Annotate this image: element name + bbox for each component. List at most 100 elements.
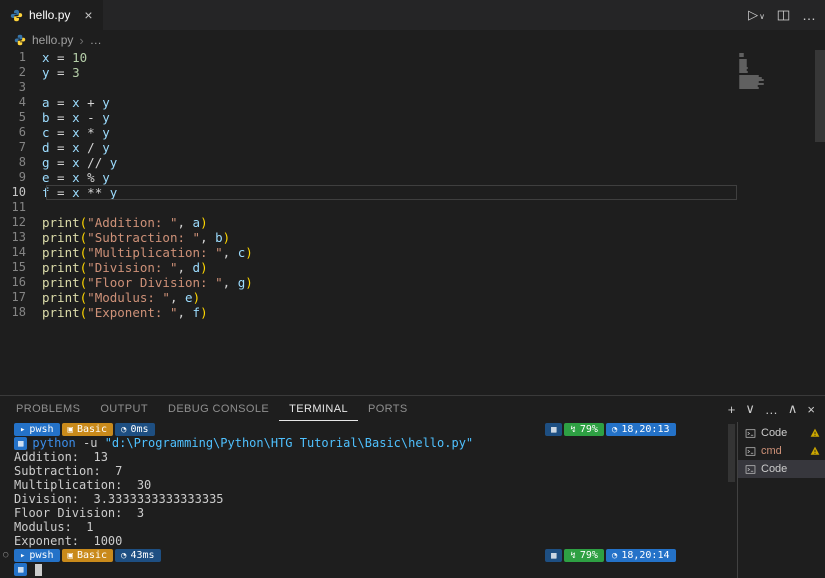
code-line-4[interactable]: 4a = x + y	[0, 95, 825, 110]
panel-tab-terminal[interactable]: TERMINAL	[279, 397, 358, 421]
terminal-input-line[interactable]: ▦	[0, 562, 736, 576]
code-line-3[interactable]: 3	[0, 80, 825, 95]
token: x	[42, 50, 50, 65]
command-decoration-icon[interactable]: ○	[3, 548, 8, 562]
panel-tab-debug-console[interactable]: DEBUG CONSOLE	[158, 397, 279, 421]
code-line-16[interactable]: 16print("Floor Division: ", g)	[0, 275, 825, 290]
terminal-output-line[interactable]: Exponent: 1000	[0, 534, 736, 548]
line-number: 11	[0, 200, 36, 215]
output-text: Exponent: 1000	[14, 534, 122, 548]
token: g	[42, 155, 50, 170]
panel-tab-ports[interactable]: PORTS	[358, 397, 418, 421]
output-text: Division: 3.3333333333333335	[14, 492, 224, 506]
terminal-command-line[interactable]: ▦python -u "d:\Programming\Python\HTG Tu…	[0, 436, 736, 450]
terminal-session-code[interactable]: Code	[738, 460, 825, 478]
badge-icon: ◔	[612, 549, 617, 563]
code-line-11[interactable]: 11	[0, 200, 825, 215]
prompt-badge: ▦	[545, 549, 562, 562]
panel-tab-output[interactable]: OUTPUT	[90, 397, 158, 421]
code-editor[interactable]: 1x = 102y = 334a = x + y5b = x - y6 c = x…	[0, 50, 825, 395]
minimap[interactable]	[739, 53, 767, 89]
token: 10	[72, 50, 87, 65]
code-line-9[interactable]: 9e = x % y	[0, 170, 825, 185]
code-line-5[interactable]: 5b = x - y	[0, 110, 825, 125]
code-text: a = x + y	[42, 95, 110, 110]
breadcrumb-more[interactable]: …	[90, 33, 102, 47]
close-panel-icon[interactable]: ×	[807, 402, 815, 417]
code-line-10[interactable]: 10f = x ** y	[0, 185, 825, 200]
code-line-18[interactable]: 18print("Exponent: ", f)	[0, 305, 825, 320]
terminal-output-line[interactable]: Multiplication: 30	[0, 478, 736, 492]
terminal-session-cmd[interactable]: cmd	[738, 442, 825, 460]
python-env-icon: ▦	[14, 437, 27, 450]
token: "Multiplication: "	[87, 245, 222, 260]
prompt-badge: ◔18,20:13	[606, 423, 676, 436]
terminal-output-line[interactable]: Division: 3.3333333333333335	[0, 492, 736, 506]
token: =	[50, 65, 73, 80]
code-line-14[interactable]: 14print("Multiplication: ", c)	[0, 245, 825, 260]
token: )	[193, 290, 201, 305]
badge-icon: ▸	[20, 549, 25, 563]
line-number: 17	[0, 290, 36, 305]
token: =	[50, 95, 73, 110]
line-number: 15	[0, 260, 36, 275]
code-line-17[interactable]: 17print("Modulus: ", e)	[0, 290, 825, 305]
line-number: 3	[0, 80, 36, 95]
token: *	[80, 125, 103, 140]
code-line-7[interactable]: 7d = x / y	[0, 140, 825, 155]
token: b	[215, 230, 223, 245]
code-line-2[interactable]: 2y = 3	[0, 65, 825, 80]
token: =	[50, 50, 73, 65]
code-text: c = x * y	[42, 125, 110, 140]
prompt-badge: ↯79%	[564, 423, 603, 436]
session-label: cmd	[761, 445, 805, 457]
badge-icon: ▣	[68, 549, 73, 563]
output-text: Addition: 13	[14, 450, 108, 464]
code-line-6[interactable]: 6 c = x * y	[0, 125, 825, 140]
token: y	[42, 65, 50, 80]
split-editor-icon[interactable]	[777, 9, 790, 22]
editor-scrollbar[interactable]	[815, 50, 825, 142]
minimap-line	[739, 71, 748, 73]
code-line-12[interactable]: 12print("Addition: ", a)	[0, 215, 825, 230]
code-line-1[interactable]: 1x = 10	[0, 50, 825, 65]
token: y	[102, 125, 110, 140]
maximize-panel-icon[interactable]: ∧	[788, 401, 798, 417]
terminal-prompt-line[interactable]: ▸pwsh▣Basic◔0ms▦↯79%◔18,20:13	[0, 422, 736, 436]
token: "Subtraction: "	[87, 230, 200, 245]
terminal-icon	[745, 428, 756, 439]
code-line-13[interactable]: 13print("Subtraction: ", b)	[0, 230, 825, 245]
terminal[interactable]: ▸pwsh▣Basic◔0ms▦↯79%◔18,20:13▦python -u …	[0, 422, 736, 578]
terminal-dropdown-icon[interactable]: ∨	[745, 401, 755, 417]
terminal-output-line[interactable]: Floor Division: 3	[0, 506, 736, 520]
terminal-cursor	[35, 564, 42, 576]
command-text: python	[32, 436, 75, 450]
terminal-prompt-line[interactable]: ○▸pwsh▣Basic◔43ms▦↯79%◔18,20:14	[0, 548, 736, 562]
more-actions-icon[interactable]: …	[765, 402, 778, 417]
more-actions-icon[interactable]: …	[802, 7, 817, 23]
terminal-output-line[interactable]: Subtraction: 7	[0, 464, 736, 478]
code-line-8[interactable]: 8g = x // y	[0, 155, 825, 170]
token: )	[223, 230, 231, 245]
run-python-file-button[interactable]: ▷ ∨	[748, 7, 765, 23]
new-terminal-icon[interactable]: +	[728, 402, 736, 417]
code-line-15[interactable]: 15print("Division: ", d)	[0, 260, 825, 275]
token: x	[72, 170, 80, 185]
terminal-output-line[interactable]: Addition: 13	[0, 450, 736, 464]
panel-tab-problems[interactable]: PROBLEMS	[6, 397, 90, 421]
token: x	[72, 110, 80, 125]
token: x	[72, 95, 80, 110]
terminal-session-code[interactable]: Code	[738, 424, 825, 442]
badge-text: Basic	[77, 549, 107, 563]
token: d	[193, 260, 201, 275]
terminal-output-line[interactable]: Modulus: 1	[0, 520, 736, 534]
prompt-start-icon: ▦	[14, 563, 27, 576]
badge-text: 79%	[580, 423, 598, 437]
token: "Exponent: "	[87, 305, 177, 320]
tab-close-icon[interactable]: ×	[84, 7, 92, 23]
token: "Addition: "	[87, 215, 177, 230]
breadcrumb-file[interactable]: hello.py	[32, 33, 73, 47]
line-number: 6	[0, 125, 36, 140]
code-text: x = 10	[42, 50, 87, 65]
tab-hello-py[interactable]: hello.py ×	[0, 0, 103, 30]
